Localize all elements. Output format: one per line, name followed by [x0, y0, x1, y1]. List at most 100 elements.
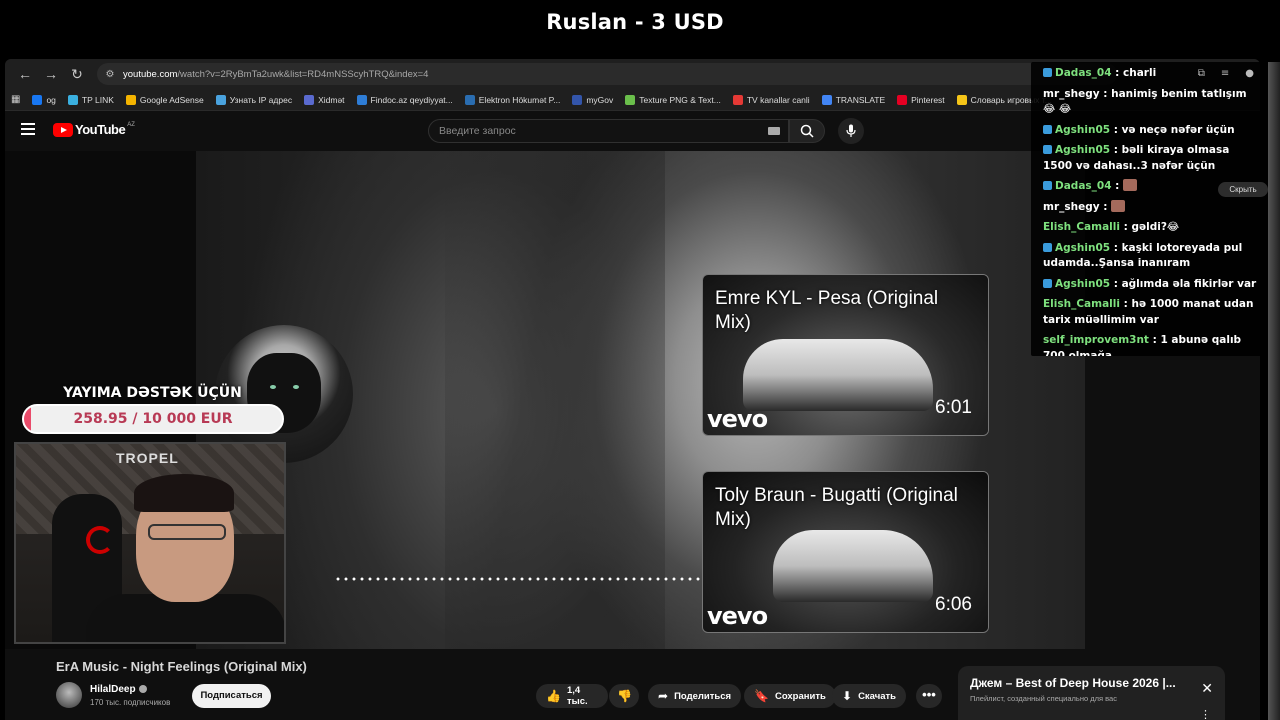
subscriber-badge-icon — [1043, 124, 1052, 134]
chat-username[interactable]: Agshin05 — [1055, 124, 1110, 136]
bookmark-item[interactable]: Pinterest — [897, 94, 945, 105]
chat-message: Agshin05 : və neçə nəfər üçün — [1043, 123, 1260, 139]
save-button[interactable]: 🔖 Сохранить — [744, 684, 836, 708]
streamer-glasses — [148, 524, 226, 540]
hide-chat-button[interactable]: Скрыть — [1218, 182, 1268, 197]
subscriber-count: 170 тыс. подписчиков — [90, 698, 171, 707]
end-card-title: Emre KYL - Pesa (Original Mix) — [715, 288, 939, 333]
menu-icon[interactable] — [21, 123, 35, 135]
chat-username[interactable]: self_improvem3nt — [1043, 334, 1149, 346]
chat-username[interactable]: Dadas_04 — [1055, 180, 1112, 192]
subscriber-badge-icon — [1043, 278, 1052, 288]
bookmark-favicon-icon — [625, 94, 636, 105]
chat-text: : — [1103, 200, 1108, 213]
reload-icon[interactable]: ↻ — [65, 62, 89, 86]
vevo-logo: vevo — [707, 405, 768, 433]
bookmark-label: TV kanallar canli — [746, 94, 810, 105]
chat-text: : və neçə nəfər üçün — [1113, 123, 1235, 136]
dislike-button[interactable]: 👎 — [609, 684, 639, 708]
forward-arrow-icon[interactable]: → — [39, 62, 63, 86]
bookmark-item[interactable]: Findoc.az qeydiyyat... — [356, 94, 453, 105]
address-bar[interactable]: ⚙ youtube.com/watch?v=2RyBmTa2uwk&list=R… — [97, 63, 1117, 85]
bookmark-item[interactable]: Узнать IP адрес — [215, 94, 293, 105]
share-label: Поделиться — [674, 690, 732, 702]
verified-icon — [138, 685, 147, 693]
close-icon[interactable]: ✕ — [1201, 680, 1213, 697]
playlist-subtitle: Плейлист, созданный специально для вас — [970, 694, 1117, 703]
more-actions-button[interactable]: ••• — [916, 684, 942, 708]
search-button[interactable] — [789, 119, 825, 143]
kebab-menu-icon[interactable]: ⋮ — [1200, 708, 1211, 720]
donation-banner: Ruslan - 3 USD — [0, 0, 1280, 56]
back-arrow-icon[interactable]: ← — [13, 62, 37, 86]
bookmark-icon: 🔖 — [754, 689, 769, 703]
playlist-title: Джем – Best of Deep House 2026 |... — [970, 676, 1176, 690]
youtube-logo[interactable]: YouTube AZ — [53, 122, 135, 137]
voice-search-button[interactable] — [838, 118, 864, 144]
chat-username[interactable]: Elish_Camalli — [1043, 221, 1120, 233]
chat-username[interactable]: Agshin05 — [1055, 242, 1110, 254]
youtube-play-icon — [53, 122, 73, 137]
share-button[interactable]: ➦ Поделиться — [648, 684, 742, 708]
channel-avatar[interactable] — [56, 682, 82, 708]
emote-icon — [1111, 199, 1126, 212]
bookmark-label: Texture PNG & Text... — [639, 94, 721, 105]
search-input[interactable]: Введите запрос — [428, 119, 789, 143]
like-button[interactable]: 👍 1,4 тыс. — [536, 684, 608, 708]
end-card-2[interactable]: Toly Braun - Bugatti (Original Mix) vevo… — [702, 471, 989, 633]
site-info-icon[interactable]: ⚙ — [103, 67, 117, 81]
country-code: AZ — [127, 121, 135, 128]
apps-grid-icon[interactable]: ▦ — [11, 94, 20, 105]
end-card-1[interactable]: Emre KYL - Pesa (Original Mix) vevo 6:01 — [702, 274, 989, 436]
save-label: Сохранить — [774, 690, 826, 702]
chat-message: Agshin05 : ağlımda əla fikirlər var — [1043, 277, 1260, 293]
chat-username[interactable]: Dadas_04 — [1055, 67, 1112, 79]
bookmark-label: Узнать IP адрес — [229, 94, 293, 105]
chat-username[interactable]: mr_shegy — [1043, 201, 1100, 213]
sticker-text: TROPEL — [116, 450, 179, 466]
chat-message: self_improvem3nt : 1 abunə qalıb 700 olm… — [1043, 333, 1260, 356]
channel-name[interactable]: HilalDeep — [90, 684, 147, 695]
bookmark-favicon-icon — [897, 94, 908, 105]
bookmark-item[interactable]: Elektron Hökumət P... — [464, 94, 560, 105]
emote-icon — [1123, 179, 1138, 191]
bookmark-label: TP LINK — [81, 94, 114, 105]
bookmark-favicon-icon — [356, 94, 367, 105]
vevo-logo: vevo — [707, 602, 768, 630]
subscriber-badge-icon — [1043, 242, 1052, 252]
bookmarks-menu-icon[interactable]: ≡ — [1221, 66, 1229, 82]
bookmark-favicon-icon — [125, 94, 136, 105]
chat-username[interactable]: Agshin05 — [1055, 278, 1110, 290]
bookmark-item[interactable]: Texture PNG & Text... — [625, 94, 721, 105]
bookmark-item[interactable]: og — [32, 94, 56, 105]
bookmark-label: TRANSLATE — [835, 94, 886, 105]
subscriber-badge-icon — [1043, 181, 1052, 190]
chat-username[interactable]: mr_shegy — [1043, 88, 1100, 100]
search-placeholder: Введите запрос — [439, 125, 516, 137]
chat-message: Elish_Camalli : gəldi?😂 — [1043, 220, 1260, 236]
bookmark-item[interactable]: myGov — [572, 94, 613, 105]
subscribe-button[interactable]: Подписаться — [192, 684, 271, 708]
end-card-duration: 6:01 — [935, 397, 972, 418]
keyboard-icon[interactable] — [768, 127, 780, 135]
bookmark-item[interactable]: TV kanallar canli — [732, 94, 810, 105]
bookmark-item[interactable]: Google AdSense — [125, 94, 204, 105]
chat-username[interactable]: Agshin05 — [1055, 144, 1110, 156]
microphone-icon — [846, 124, 856, 137]
profile-icon[interactable]: ● — [1245, 66, 1254, 82]
download-icon: ⬇ — [842, 689, 853, 703]
bookmark-favicon-icon — [32, 94, 43, 105]
bookmark-item[interactable]: TRANSLATE — [821, 94, 886, 105]
bookmark-favicon-icon — [732, 94, 743, 105]
share-icon: ➦ — [658, 689, 669, 703]
bookmark-item[interactable]: Xidmət — [304, 94, 345, 105]
chat-text: : ağlımda əla fikirlər var — [1113, 277, 1257, 290]
bookmark-item[interactable]: TP LINK — [67, 94, 114, 105]
donation-goal-label: YAYIMA DƏSTƏK ÜÇÜN — [63, 385, 242, 401]
chat-username[interactable]: Elish_Camalli — [1043, 298, 1120, 310]
download-button[interactable]: ⬇ Скачать — [832, 684, 907, 708]
extensions-icon[interactable]: ⧉ — [1198, 66, 1205, 82]
mix-playlist-panel[interactable]: Джем – Best of Deep House 2026 |... Плей… — [958, 666, 1225, 720]
thumbs-down-icon: 👎 — [617, 689, 632, 703]
search-icon — [800, 124, 814, 138]
